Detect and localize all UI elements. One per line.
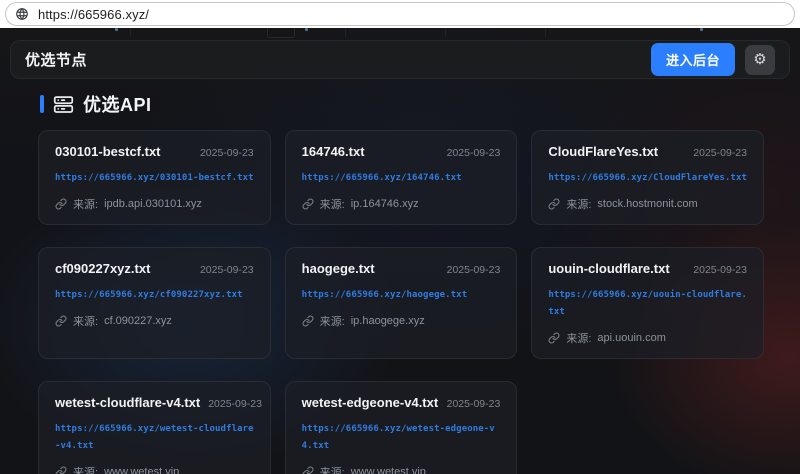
remnant-box [267,28,295,38]
source-label: 来源: [320,464,345,474]
file-date: 2025-09-23 [208,398,262,410]
source-label: 来源: [320,196,345,212]
link-icon [548,332,560,344]
source-label: 来源: [73,464,98,474]
browser-address-bar: https://665966.xyz/ [0,0,800,28]
section-header: 优选API [40,92,800,116]
page-background: 优选节点 进入后台 ⚙ 优选API 030101-bestcf.txt 2025… [0,28,800,474]
file-url-link[interactable]: https://665966.xyz/030101-bestcf.txt [55,170,254,187]
link-icon [548,198,560,210]
link-icon [302,198,314,210]
source-domain: ip.164746.xyz [351,198,419,210]
remnant-divider [545,28,546,37]
server-icon [53,94,74,115]
file-url-link[interactable]: https://665966.xyz/uouin-cloudflare.txt [548,287,747,321]
link-icon [302,315,314,327]
file-date: 2025-09-23 [447,264,501,276]
file-name: cf090227xyz.txt [55,261,150,276]
file-name: wetest-edgeone-v4.txt [302,395,439,410]
file-url-link[interactable]: https://665966.xyz/haogege.txt [302,287,501,304]
source-domain: cf.090227.xyz [104,315,172,327]
accent-bar [40,95,44,113]
file-source: 来源: ip.164746.xyz [302,196,501,212]
api-file-card: CloudFlareYes.txt 2025-09-23 https://665… [531,130,764,225]
file-source: 来源: stock.hostmonit.com [548,196,747,212]
file-url-link[interactable]: https://665966.xyz/wetest-edgeone-v4.txt [302,421,501,455]
file-date: 2025-09-23 [447,147,501,159]
header-actions: 进入后台 ⚙ [651,43,775,76]
file-url-link[interactable]: https://665966.xyz/CloudFlareYes.txt [548,170,747,187]
file-name: haogege.txt [302,261,375,276]
source-label: 来源: [566,330,591,346]
page-header: 优选节点 进入后台 ⚙ [10,40,790,79]
link-icon [302,466,314,474]
file-url-link[interactable]: https://665966.xyz/cf090227xyz.txt [55,287,254,304]
remnant-divider [130,28,131,37]
source-label: 来源: [566,196,591,212]
source-domain: ipdb.api.030101.xyz [104,198,202,210]
settings-button[interactable]: ⚙ [745,45,775,75]
file-name: CloudFlareYes.txt [548,144,658,159]
url-field[interactable]: https://665966.xyz/ [5,2,795,26]
link-icon [55,466,67,474]
api-file-card: wetest-cloudflare-v4.txt 2025-09-23 http… [38,381,271,474]
file-source: 来源: ipdb.api.030101.xyz [55,196,254,212]
file-name: wetest-cloudflare-v4.txt [55,395,200,410]
link-icon [55,315,67,327]
source-domain: www.wetest.vip [104,466,179,474]
file-date: 2025-09-23 [200,264,254,276]
file-name: uouin-cloudflare.txt [548,261,669,276]
source-label: 来源: [320,313,345,329]
api-file-card: uouin-cloudflare.txt 2025-09-23 https://… [531,247,764,359]
file-date: 2025-09-23 [447,398,501,410]
gear-icon: ⚙ [753,52,766,67]
file-date: 2025-09-23 [693,147,747,159]
enter-admin-button[interactable]: 进入后台 [651,43,735,76]
file-name: 030101-bestcf.txt [55,144,161,159]
file-source: 来源: cf.090227.xyz [55,313,254,329]
source-label: 来源: [73,313,98,329]
section-title: 优选API [83,91,152,117]
file-source: 来源: ip.haogege.xyz [302,313,501,329]
file-date: 2025-09-23 [200,147,254,159]
source-domain: stock.hostmonit.com [597,198,697,210]
remnant-divider [345,28,346,37]
api-file-card: 164746.txt 2025-09-23 https://665966.xyz… [285,130,518,225]
api-card-grid: 030101-bestcf.txt 2025-09-23 https://665… [38,130,764,474]
file-source: 来源: www.wetest.vip [55,464,254,474]
page-title: 优选节点 [25,49,87,70]
file-source: 来源: api.uouin.com [548,330,747,346]
api-file-card: cf090227xyz.txt 2025-09-23 https://66596… [38,247,271,359]
source-domain: api.uouin.com [597,332,666,344]
file-url-link[interactable]: https://665966.xyz/wetest-cloudflare-v4.… [55,421,254,455]
file-date: 2025-09-23 [693,264,747,276]
api-file-card: haogege.txt 2025-09-23 https://665966.xy… [285,247,518,359]
remnant-tick [305,28,308,31]
file-name: 164746.txt [302,144,365,159]
source-label: 来源: [73,196,98,212]
source-domain: ip.haogege.xyz [351,315,425,327]
remnant-tick [700,28,703,31]
source-domain: www.wetest.vip [351,466,426,474]
file-url-link[interactable]: https://665966.xyz/164746.txt [302,170,501,187]
site-info-icon[interactable] [15,7,29,21]
url-text[interactable]: https://665966.xyz/ [38,7,149,22]
api-file-card: 030101-bestcf.txt 2025-09-23 https://665… [38,130,271,225]
file-source: 来源: www.wetest.vip [302,464,501,474]
link-icon [55,198,67,210]
remnant-tick [115,28,118,31]
api-file-card: wetest-edgeone-v4.txt 2025-09-23 https:/… [285,381,518,474]
remnant-divider [445,28,446,37]
